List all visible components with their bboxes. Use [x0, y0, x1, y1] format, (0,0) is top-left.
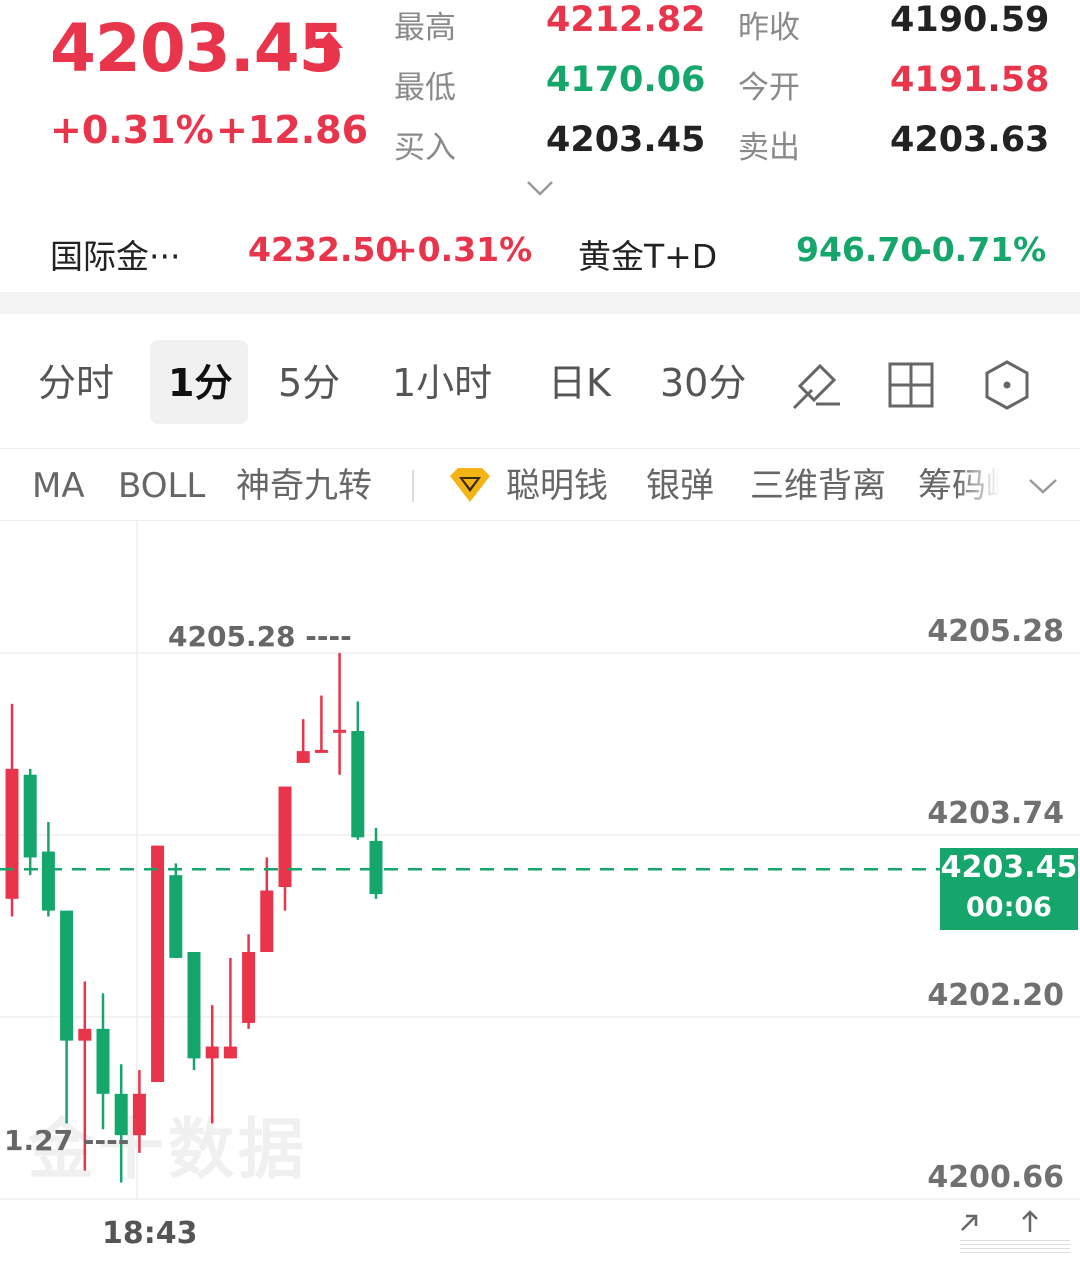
candle-body: [169, 875, 183, 958]
candle-body: [151, 845, 165, 1082]
prev-close-label: 昨收: [738, 10, 800, 46]
candle-body: [260, 890, 274, 952]
change-amount: +12.86: [216, 108, 369, 152]
y-tick-label: 4202.20: [927, 978, 1064, 1013]
related-value: 4232.50: [248, 230, 399, 269]
candle-body: [187, 952, 201, 1059]
indicator-silver-bullet[interactable]: 银弹: [646, 464, 714, 508]
candle-body: [242, 952, 256, 1023]
low-value: 4170.06: [546, 60, 706, 100]
candle-body: [369, 840, 383, 895]
candle-body: [41, 851, 55, 911]
divider: [0, 448, 1080, 449]
candle-body: [23, 774, 37, 858]
draw-tool-icon[interactable]: [790, 358, 844, 412]
ask-label: 卖出: [738, 130, 800, 166]
overflow-fade: [956, 464, 1036, 508]
indicator-td-nine[interactable]: 神奇九转: [236, 464, 372, 508]
ask-value: 4203.63: [890, 120, 1050, 160]
indicator-boll[interactable]: BOLL: [118, 464, 205, 508]
candlestick-chart[interactable]: [0, 520, 1080, 1220]
grid-layout-icon[interactable]: [884, 358, 938, 412]
change-percent: +0.31%: [50, 108, 214, 152]
related-percent: -0.71%: [918, 230, 1047, 269]
tab-1hour[interactable]: 1小时: [392, 358, 492, 408]
bar-countdown: 00:06: [966, 892, 1052, 923]
related-name[interactable]: 黄金T+D: [578, 230, 717, 278]
expand-arrow-icon[interactable]: [956, 1210, 982, 1236]
diamond-vip-icon: [450, 468, 490, 502]
y-tick-label: 4205.28: [927, 614, 1064, 649]
related-value: 946.70: [796, 230, 924, 269]
tab-timeshare[interactable]: 分时: [38, 358, 114, 408]
candle-body: [5, 768, 19, 899]
candle-body: [96, 1028, 110, 1094]
candle-body: [78, 1028, 92, 1041]
prev-close-value: 4190.59: [890, 0, 1050, 40]
candle-body: [205, 1046, 219, 1059]
related-percent: +0.31%: [390, 230, 533, 269]
indicator-separator: [412, 470, 414, 502]
bid-label: 买入: [394, 130, 456, 166]
high-value: 4212.82: [546, 0, 706, 40]
candle-body: [333, 729, 347, 733]
low-annotation: 1.27 ----: [4, 1124, 130, 1157]
last-price-value: 4203.45: [940, 850, 1078, 885]
candle-body: [278, 786, 292, 887]
candle-body: [60, 910, 74, 1041]
hexagon-settings-icon[interactable]: [980, 358, 1034, 412]
high-annotation: 4205.28 ----: [168, 620, 352, 653]
related-name[interactable]: 国际金···: [50, 230, 180, 278]
low-label: 最低: [394, 70, 456, 106]
y-tick-label: 4203.74: [927, 796, 1064, 831]
candle-body: [223, 1046, 237, 1059]
candle-body: [132, 1093, 146, 1136]
candle-body: [296, 751, 310, 763]
open-label: 今开: [738, 70, 800, 106]
low-annotation-value: 1.27: [4, 1124, 74, 1157]
open-value: 4191.58: [890, 60, 1050, 100]
tab-1min[interactable]: 1分: [168, 358, 232, 408]
resize-handle[interactable]: [960, 1240, 1070, 1254]
y-tick-label: 4200.66: [927, 1160, 1064, 1195]
chevron-down-icon[interactable]: [1026, 474, 1060, 498]
section-divider: [0, 292, 1080, 314]
indicator-ma[interactable]: MA: [32, 464, 85, 508]
arrow-up-icon[interactable]: [1018, 1208, 1042, 1234]
x-tick-label: 18:43: [102, 1216, 198, 1251]
candle-body: [351, 731, 365, 838]
current-price: 4203.45: [50, 10, 345, 87]
bid-value: 4203.45: [546, 120, 706, 160]
tab-5min[interactable]: 5分: [278, 358, 340, 408]
arrow-up-icon: [315, 32, 343, 64]
tab-daily-k[interactable]: 日K: [548, 358, 611, 408]
chevron-down-icon[interactable]: [525, 178, 555, 198]
high-label: 最高: [394, 10, 456, 46]
high-annotation-value: 4205.28: [168, 620, 296, 653]
indicator-3d-divergence[interactable]: 三维背离: [750, 464, 886, 508]
indicator-smart-money[interactable]: 聪明钱: [506, 464, 608, 508]
last-price-tag: 4203.45 00:06: [940, 848, 1078, 930]
tab-30min[interactable]: 30分: [660, 358, 746, 408]
candle-body: [314, 749, 328, 753]
